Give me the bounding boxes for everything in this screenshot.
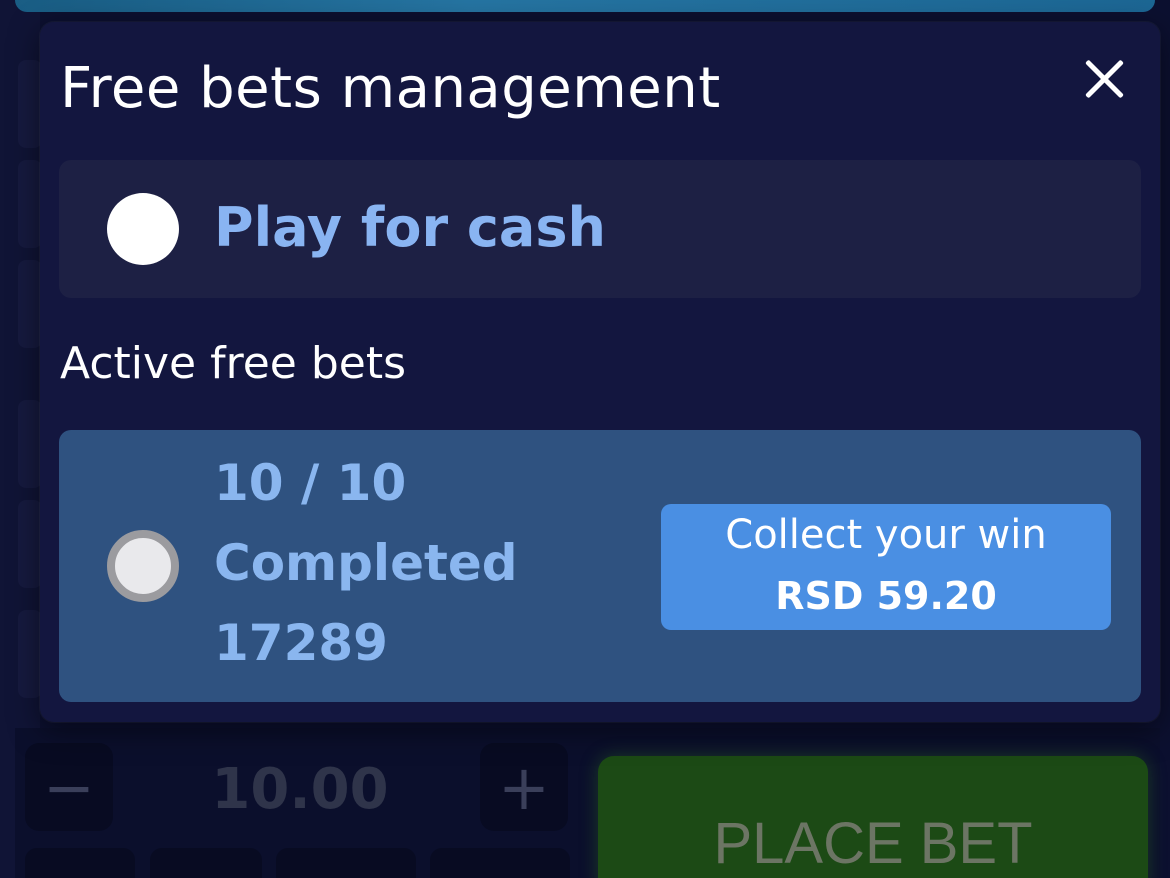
- background-block: [18, 400, 42, 488]
- quick-amount-chip[interactable]: [25, 848, 135, 878]
- bet-amount-value: 10.00: [211, 757, 389, 822]
- background-block: [18, 500, 42, 588]
- radio-button-disabled[interactable]: [107, 530, 179, 602]
- free-bets-modal: Free bets management Play for cash Activ…: [40, 22, 1160, 722]
- free-bet-progress: 10 / 10: [214, 454, 407, 512]
- collect-win-label: Collect your win: [725, 512, 1047, 558]
- background-game-banner: [15, 0, 1155, 12]
- free-bet-card[interactable]: 10 / 10 Completed 17289 Collect your win…: [59, 430, 1141, 702]
- collect-win-button[interactable]: Collect your win RSD 59.20: [661, 504, 1111, 630]
- play-for-cash-option[interactable]: Play for cash: [59, 160, 1141, 298]
- free-bet-status: Completed: [214, 534, 518, 592]
- quick-amount-chip[interactable]: [430, 848, 570, 878]
- background-block: [18, 260, 42, 348]
- modal-title: Free bets management: [60, 56, 721, 121]
- background-block: [18, 60, 42, 148]
- quick-amount-chip[interactable]: [150, 848, 262, 878]
- collect-win-amount: RSD 59.20: [775, 574, 997, 618]
- decrease-bet-button[interactable]: −: [25, 743, 113, 831]
- free-bet-id: 17289: [214, 614, 388, 672]
- background-block: [18, 610, 42, 698]
- close-icon[interactable]: [1078, 52, 1130, 104]
- active-free-bets-heading: Active free bets: [60, 338, 407, 389]
- increase-bet-button[interactable]: +: [480, 743, 568, 831]
- radio-button-unselected[interactable]: [107, 193, 179, 265]
- play-for-cash-label: Play for cash: [214, 196, 606, 259]
- place-bet-button[interactable]: PLACE BET: [598, 756, 1148, 878]
- game-screen: − 10.00 + PLACE BET Free bets management…: [0, 0, 1170, 878]
- background-block: [18, 160, 42, 248]
- quick-amount-chip[interactable]: [276, 848, 416, 878]
